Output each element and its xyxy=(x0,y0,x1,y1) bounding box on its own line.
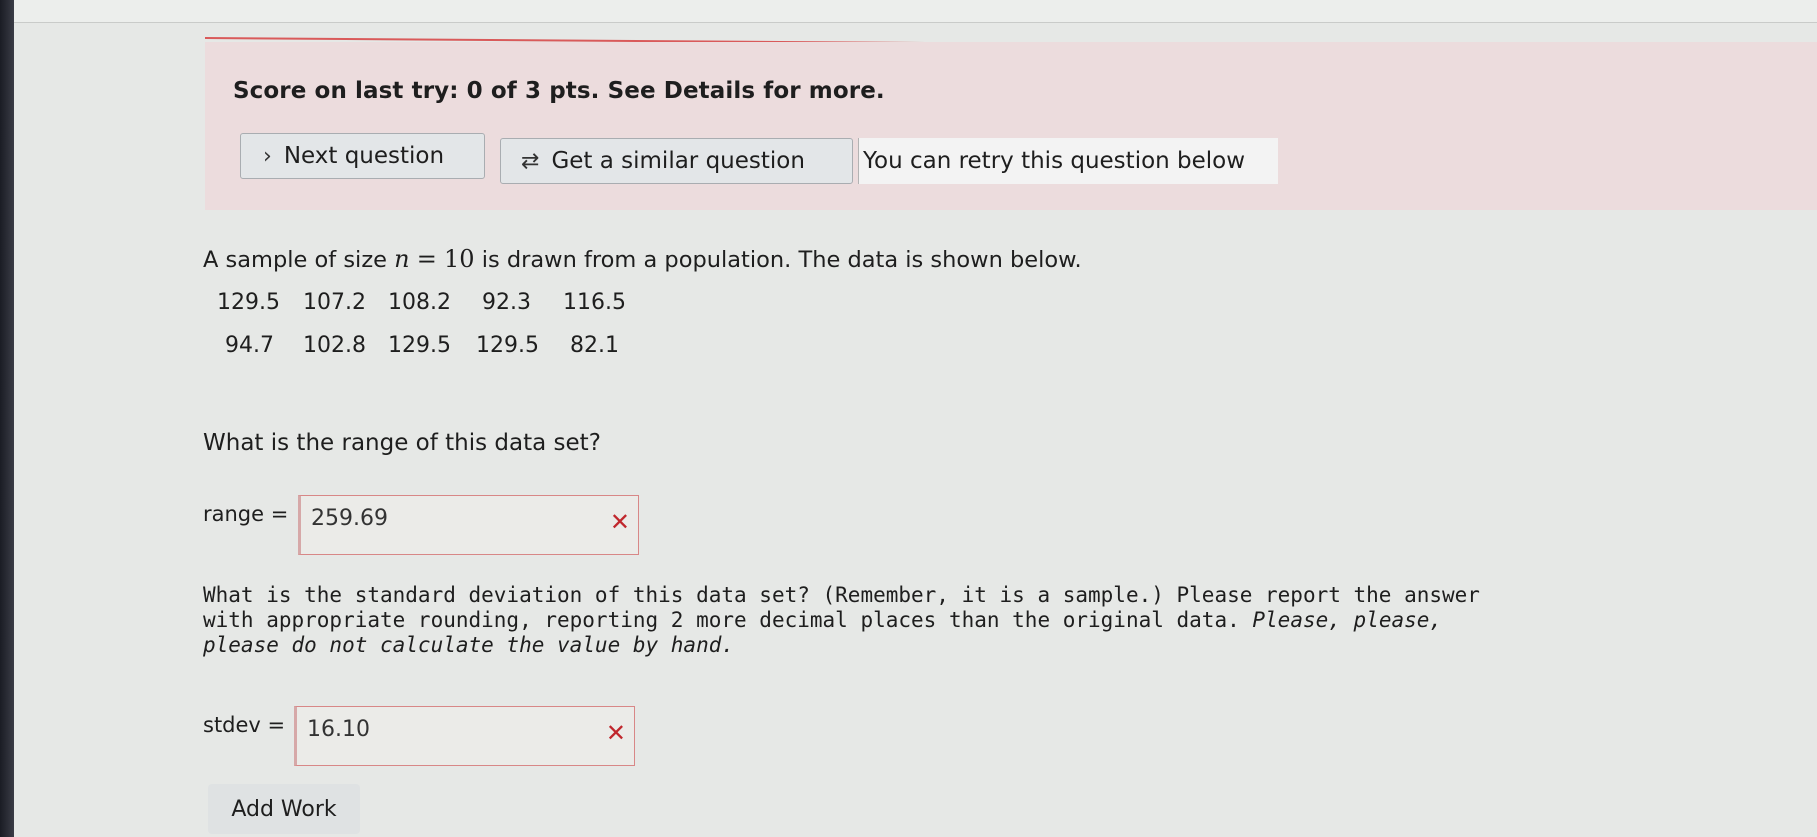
retry-note: You can retry this question below xyxy=(858,138,1278,184)
intro-prefix: A sample of size xyxy=(203,247,387,273)
range-label: range = xyxy=(203,502,289,526)
chevron-right-icon: › xyxy=(263,143,272,169)
data-value: 82.1 xyxy=(570,333,619,358)
next-question-label: Next question xyxy=(283,143,445,169)
stdev-label: stdev = xyxy=(203,713,286,737)
stdev-answer-field[interactable]: 16.10 ✕ xyxy=(294,706,635,766)
range-question: What is the range of this data set? xyxy=(203,430,601,456)
screen-bezel xyxy=(0,0,14,837)
next-question-button[interactable]: › Next question xyxy=(240,133,485,179)
data-value: 129.5 xyxy=(388,333,451,358)
incorrect-x-icon: ✕ xyxy=(609,508,630,536)
feedback-panel xyxy=(205,42,1817,210)
range-value: 259.69 xyxy=(311,506,388,531)
intro-suffix: is drawn from a population. The data is … xyxy=(481,247,1082,273)
refresh-icon: ⇄ xyxy=(521,148,540,174)
data-value: 108.2 xyxy=(388,290,451,315)
data-value: 129.5 xyxy=(476,333,539,358)
stdev-question: What is the standard deviation of this d… xyxy=(203,583,1523,658)
data-value: 102.8 xyxy=(303,333,366,358)
add-work-button[interactable]: Add Work xyxy=(208,784,360,834)
stdev-value: 16.10 xyxy=(307,717,370,742)
n-value: 10 xyxy=(444,245,475,273)
range-answer-field[interactable]: 259.69 ✕ xyxy=(298,495,639,555)
question-intro: A sample of size n = 10 is drawn from a … xyxy=(203,245,1082,273)
equals-sign: = xyxy=(416,245,437,273)
n-variable: n xyxy=(394,245,410,273)
data-value: 129.5 xyxy=(217,290,280,315)
score-text: Score on last try: 0 of 3 pts. See Detai… xyxy=(233,78,885,104)
data-value: 92.3 xyxy=(482,290,531,315)
data-value: 94.7 xyxy=(225,333,274,358)
data-value: 107.2 xyxy=(303,290,366,315)
similar-question-label: Get a similar question xyxy=(551,148,805,174)
data-value: 116.5 xyxy=(563,290,626,315)
incorrect-x-icon: ✕ xyxy=(605,719,626,747)
top-toolbar-strip xyxy=(14,0,1817,23)
similar-question-button[interactable]: ⇄ Get a similar question xyxy=(500,138,853,184)
